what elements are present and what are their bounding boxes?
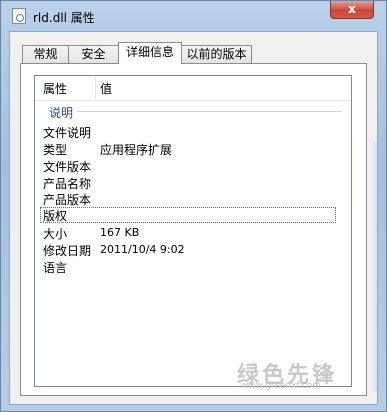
tab-general[interactable]: 常规 bbox=[22, 45, 69, 63]
column-header-value[interactable]: 值 bbox=[100, 80, 112, 97]
property-value: 167 KB bbox=[100, 226, 140, 239]
column-header-row: 属性 值 bbox=[35, 76, 351, 101]
watermark-url: www.greenxf.com bbox=[241, 381, 322, 391]
list-item[interactable]: 类型 应用程序扩展 bbox=[35, 141, 351, 157]
window-edge-highlight bbox=[373, 141, 377, 391]
property-name: 大小 bbox=[43, 227, 68, 241]
list-item[interactable]: 文件版本 bbox=[35, 158, 351, 174]
property-name: 文件说明 bbox=[43, 126, 92, 140]
property-name: 语言 bbox=[43, 261, 68, 275]
column-divider[interactable] bbox=[95, 77, 96, 99]
group-header-description: 说明 bbox=[49, 106, 74, 120]
group-divider bbox=[77, 111, 341, 112]
window-title: rld.dll 属性 bbox=[33, 11, 95, 25]
property-name: 产品名称 bbox=[43, 177, 92, 191]
property-name: 版权 bbox=[43, 209, 68, 223]
list-item[interactable]: 修改日期 2011/10/4 9:02 bbox=[35, 242, 351, 258]
close-button[interactable]: x bbox=[330, 1, 374, 19]
property-value: 应用程序扩展 bbox=[100, 143, 173, 157]
list-item-selected[interactable]: 版权 bbox=[40, 207, 336, 223]
property-name: 产品版本 bbox=[43, 193, 92, 207]
column-header-property[interactable]: 属性 bbox=[43, 80, 67, 97]
property-value: 2011/10/4 9:02 bbox=[100, 243, 185, 256]
property-name: 类型 bbox=[43, 143, 68, 157]
list-item[interactable]: 大小 167 KB bbox=[35, 225, 351, 241]
title-bar[interactable]: rld.dll 属性 x bbox=[1, 1, 386, 31]
tab-security[interactable]: 安全 bbox=[68, 45, 119, 63]
list-item[interactable]: 产品版本 bbox=[35, 191, 351, 207]
tab-previous-versions[interactable]: 以前的版本 bbox=[181, 45, 252, 63]
property-name: 修改日期 bbox=[43, 244, 92, 258]
dll-file-icon bbox=[12, 8, 26, 24]
list-item[interactable]: 语言 bbox=[35, 259, 351, 275]
list-item[interactable]: 文件说明 bbox=[35, 124, 351, 140]
property-name: 文件版本 bbox=[43, 160, 92, 174]
properties-window: rld.dll 属性 x 常规 安全 详细信息 以前的版本 属性 值 说明 文件… bbox=[0, 0, 387, 412]
tab-details[interactable]: 详细信息 bbox=[118, 42, 182, 64]
list-item[interactable]: 产品名称 bbox=[35, 175, 351, 191]
watermark-logo: 绿色先锋 www.greenxf.com bbox=[237, 357, 367, 391]
